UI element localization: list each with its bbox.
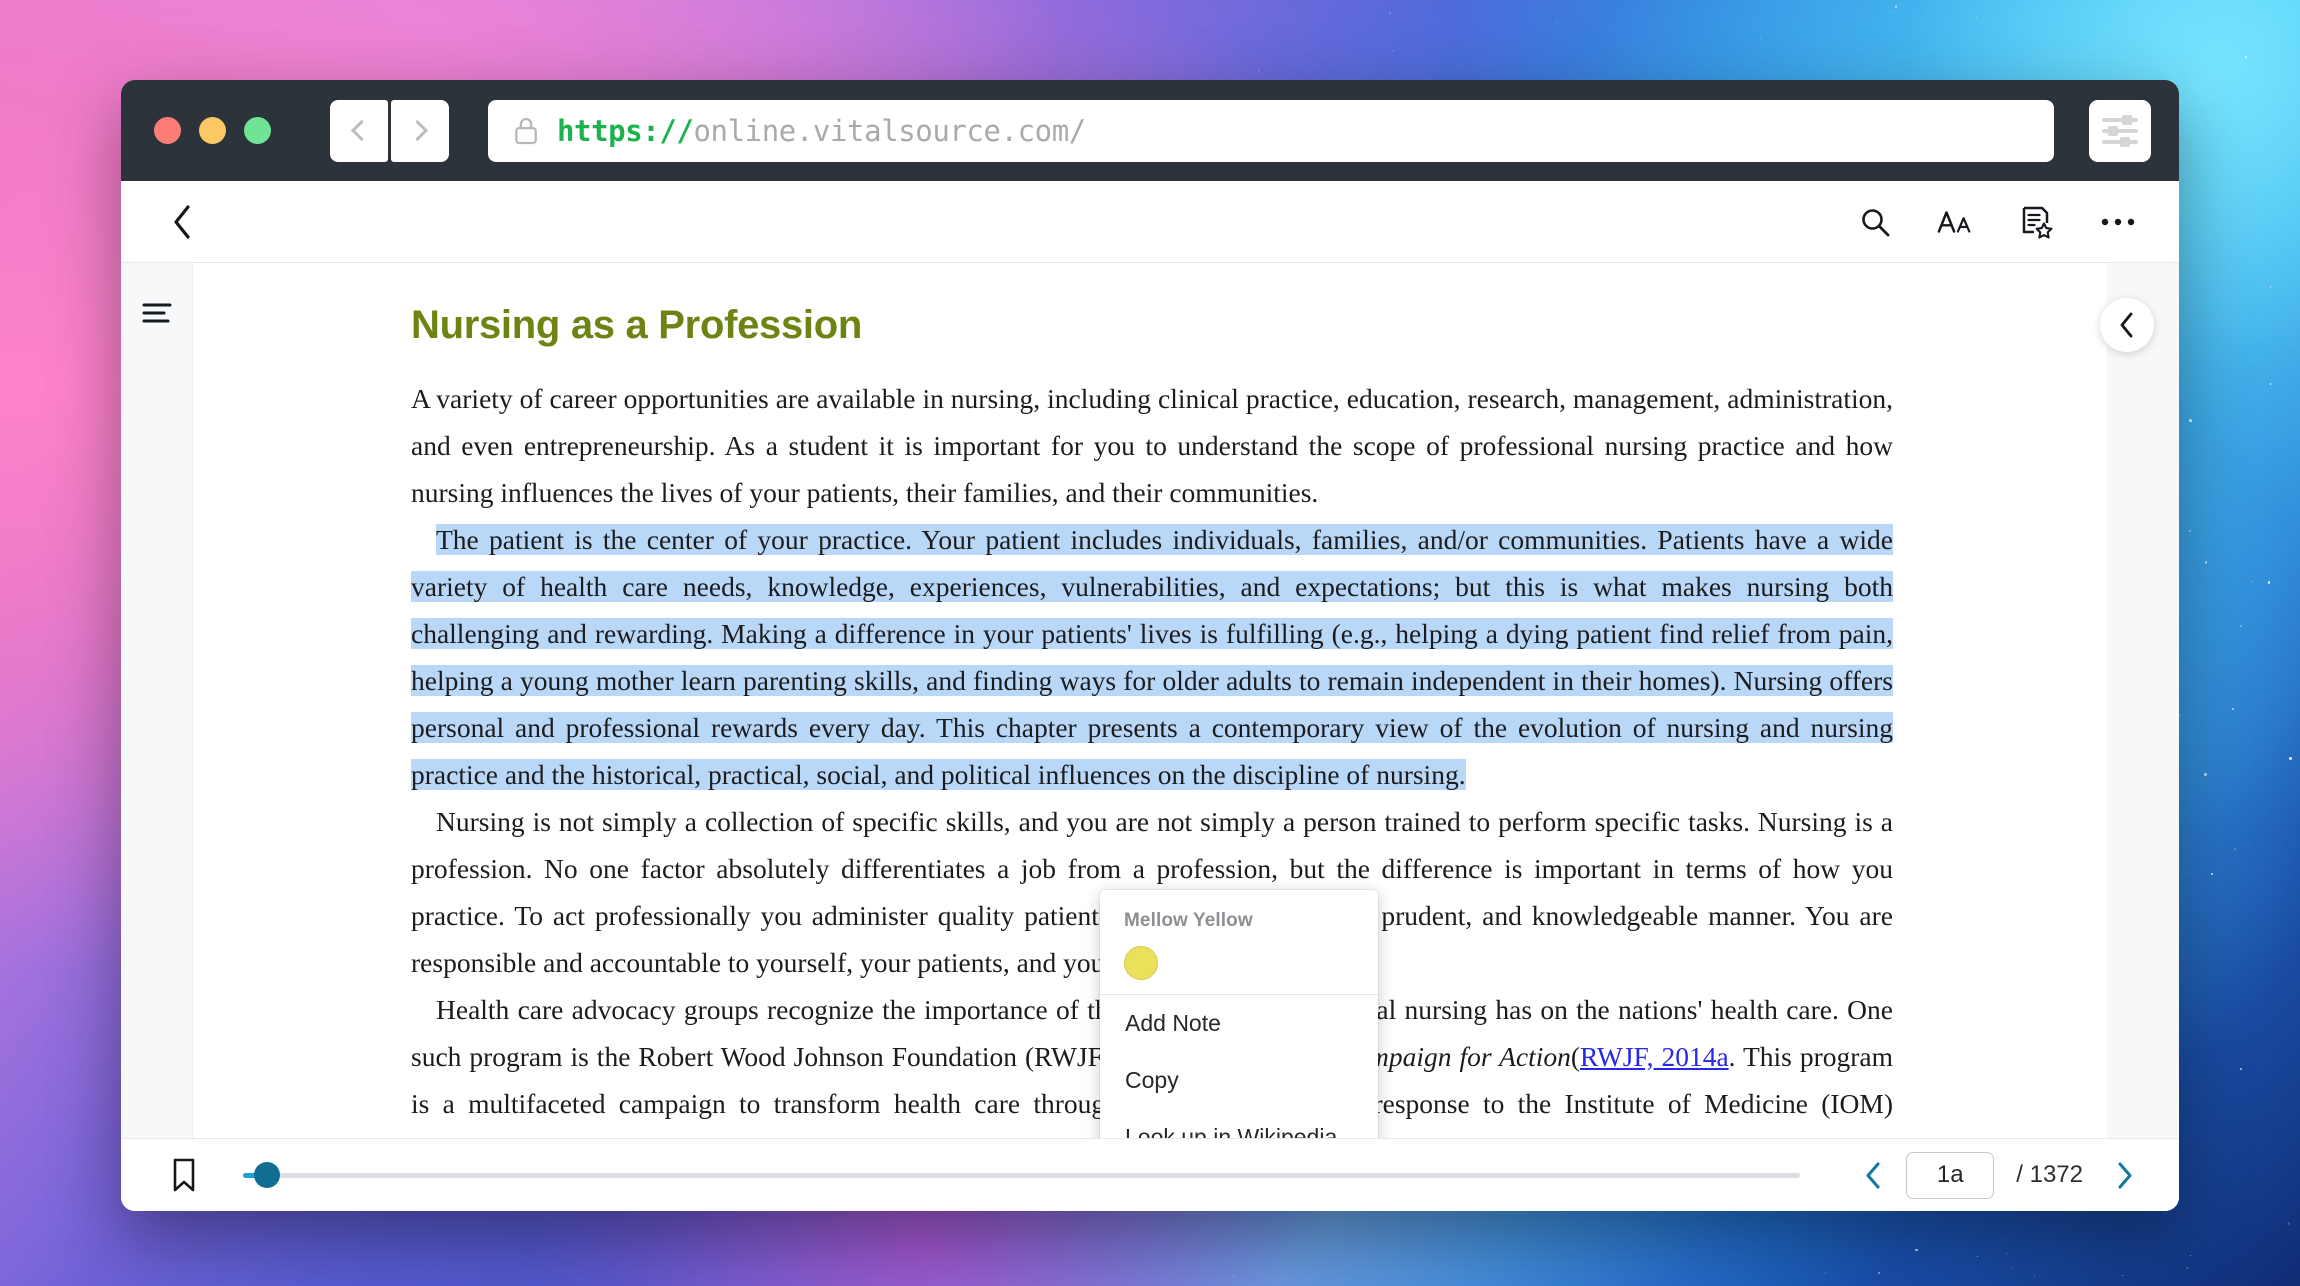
chevron-right-icon [407, 120, 428, 141]
close-window-button[interactable] [154, 117, 181, 144]
menu-item-look-up-wikipedia[interactable]: Look up in Wikipedia [1100, 1109, 1378, 1138]
chevron-left-icon [351, 120, 372, 141]
right-rail [2107, 263, 2179, 1138]
selected-text-highlight[interactable]: The patient is the center of your practi… [411, 524, 1893, 790]
page-title: Nursing as a Profession [411, 303, 1893, 348]
reading-progress-slider[interactable] [243, 1160, 1800, 1190]
browser-chrome: https://online.vitalsource.com/ [121, 80, 2179, 181]
sliders-icon-row-1 [2102, 118, 2138, 122]
previous-page-button[interactable] [1856, 1158, 1890, 1192]
url-text: https://online.vitalsource.com/ [557, 114, 1086, 148]
lock-icon [512, 115, 540, 147]
paragraph-4-italic-2: The Future of Nursing [589, 1135, 854, 1138]
sliders-icon-row-2 [2102, 129, 2138, 133]
maximize-window-button[interactable] [244, 117, 271, 144]
notes-icon[interactable] [2018, 203, 2056, 241]
font-size-icon[interactable] [1937, 203, 1975, 241]
citation-iom-2010[interactable]: IOM, 2010 [877, 1135, 1006, 1138]
total-pages-label: / 1372 [2016, 1161, 2083, 1189]
progress-track [243, 1173, 1800, 1178]
browser-back-button[interactable] [330, 100, 388, 162]
window-traffic-lights [154, 117, 271, 144]
browser-nav-buttons [330, 100, 449, 162]
highlight-swatch-row [1100, 932, 1378, 980]
reader-body: Nursing as a Profession A variety of car… [121, 263, 2179, 1138]
sliders-icon-row-3 [2102, 140, 2138, 144]
browser-forward-button[interactable] [391, 100, 449, 162]
hamburger-icon[interactable] [137, 293, 177, 333]
url-scheme: https:// [557, 114, 693, 148]
highlight-color-name: Mellow Yellow [1100, 910, 1378, 932]
url-host: online.vitalsource.com/ [693, 114, 1085, 148]
browser-window: https://online.vitalsource.com/ Nursing … [121, 80, 2179, 1211]
toc-rail [121, 263, 193, 1138]
browser-settings-button[interactable] [2089, 100, 2151, 162]
highlight-color-section: Mellow Yellow [1100, 890, 1378, 995]
mellow-yellow-swatch[interactable] [1124, 946, 1158, 980]
vitalsource-reader: Nursing as a Profession A variety of car… [121, 181, 2179, 1211]
reader-bottom-bar: 1a / 1372 [121, 1138, 2179, 1211]
citation-rwjf-2014a[interactable]: RWJF, 2014a [1580, 1041, 1729, 1072]
menu-item-copy[interactable]: Copy [1100, 1052, 1378, 1109]
reader-toolbar [121, 181, 2179, 263]
reader-back-button[interactable] [157, 197, 207, 247]
more-icon[interactable] [2099, 203, 2137, 241]
minimize-window-button[interactable] [199, 117, 226, 144]
collapse-panel-button[interactable] [2100, 298, 2154, 352]
reader-tool-buttons [1856, 203, 2137, 241]
selection-context-menu: Mellow Yellow Add Note Copy Look up in W… [1100, 890, 1378, 1138]
page-navigation: 1a / 1372 [1856, 1152, 2141, 1199]
paragraph-1: A variety of career opportunities are av… [411, 375, 1893, 516]
progress-thumb[interactable] [254, 1162, 280, 1188]
url-bar[interactable]: https://online.vitalsource.com/ [488, 100, 2054, 162]
menu-item-add-note[interactable]: Add Note [1100, 995, 1378, 1052]
paragraph-2-selected: The patient is the center of your practi… [411, 516, 1893, 798]
page-surface: Nursing as a Profession A variety of car… [193, 263, 2107, 1138]
bookmark-icon[interactable] [165, 1156, 203, 1194]
next-page-button[interactable] [2107, 1158, 2141, 1192]
page-number-input[interactable]: 1a [1906, 1152, 1994, 1199]
search-icon[interactable] [1856, 203, 1894, 241]
